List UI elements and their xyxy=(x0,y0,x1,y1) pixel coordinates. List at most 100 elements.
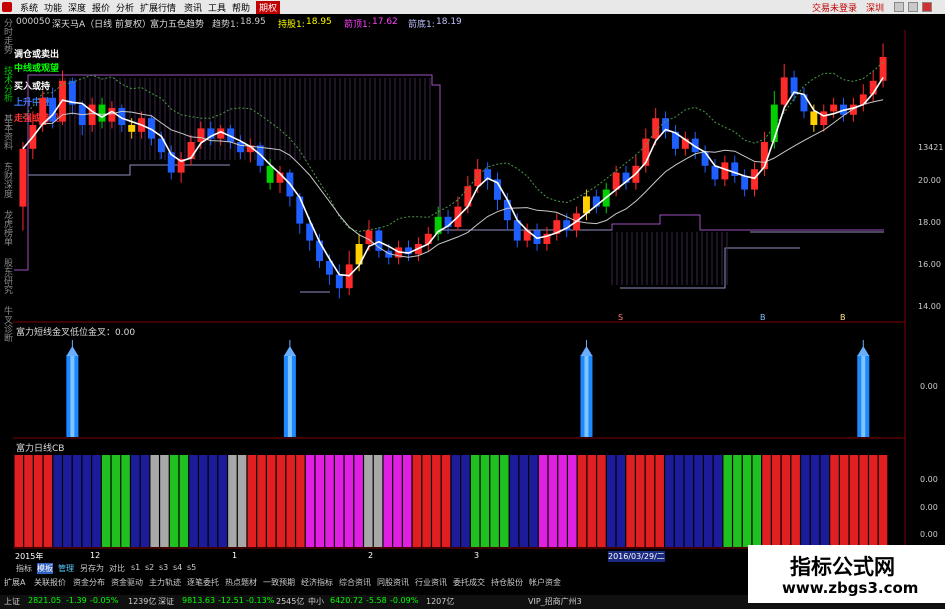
link-trades[interactable]: 委托成交 xyxy=(453,577,485,588)
link-order-detail[interactable]: 逐笔委托 xyxy=(187,577,219,588)
cb-bar xyxy=(422,455,431,547)
cb-bar xyxy=(24,455,33,547)
link-hot-topic[interactable]: 热点题材 xyxy=(225,577,257,588)
cross-signal-highlight xyxy=(584,355,589,437)
cb-bar xyxy=(53,455,62,547)
zx-amount: 1207亿 xyxy=(426,597,455,606)
cb-bar xyxy=(334,455,344,547)
candle-body xyxy=(711,165,719,180)
tab-compare[interactable]: 对比 xyxy=(109,563,125,574)
candle-body xyxy=(474,169,482,187)
cb-bar xyxy=(558,455,567,547)
cb-bar xyxy=(237,455,247,547)
candle-body xyxy=(652,118,660,139)
tab-s4[interactable]: s4 xyxy=(173,563,182,572)
link-industry-news[interactable]: 行业资讯 xyxy=(415,577,447,588)
candle-body xyxy=(830,104,838,112)
cb-bar xyxy=(140,455,150,547)
candle-body xyxy=(19,148,27,207)
cb-bar xyxy=(111,455,121,547)
date-label: 3 xyxy=(474,551,480,560)
panel3-axis-label: 0.00 xyxy=(920,503,938,512)
tab-template[interactable]: 模板 xyxy=(37,563,53,574)
cb-bar xyxy=(247,455,257,547)
dotted-ma-line xyxy=(22,61,884,233)
cb-bar xyxy=(849,455,859,547)
link-fund-drive[interactable]: 资金驱动 xyxy=(111,577,143,588)
cb-bar xyxy=(548,455,558,547)
link-fund-dist[interactable]: 资金分布 xyxy=(73,577,105,588)
link-holdings[interactable]: 持仓股份 xyxy=(491,577,523,588)
candle-body xyxy=(335,274,343,289)
price-axis-label: 13421 xyxy=(918,143,944,152)
candle-body xyxy=(88,104,96,125)
sh-percent: -0.05% xyxy=(90,596,119,605)
cb-bar xyxy=(121,455,130,547)
tab-s1[interactable]: s1 xyxy=(131,563,140,572)
cb-bar xyxy=(412,455,422,547)
link-account[interactable]: 帐户资金 xyxy=(529,577,561,588)
date-label: 2015年 xyxy=(15,552,44,561)
cb-bar xyxy=(500,455,509,547)
price-axis-label: 20.00 xyxy=(918,176,941,185)
cb-bar xyxy=(801,455,810,547)
candle-body xyxy=(503,199,511,221)
candle-body xyxy=(751,169,758,190)
cb-bar xyxy=(189,455,198,547)
candle-body xyxy=(108,108,116,122)
cb-bar xyxy=(266,455,276,547)
link-stock-news[interactable]: 同股资讯 xyxy=(377,577,409,588)
cb-bar xyxy=(402,455,412,547)
tab-s3[interactable]: s3 xyxy=(159,563,168,572)
cb-bar xyxy=(305,455,315,547)
link-general-news[interactable]: 综合资讯 xyxy=(339,577,371,588)
tab-indicator[interactable]: 指标 xyxy=(16,563,32,574)
date-label: 1 xyxy=(232,551,238,560)
cb-bar xyxy=(208,455,218,547)
sz-value: 9813.63 xyxy=(182,596,216,605)
link-economic[interactable]: 经济指标 xyxy=(301,577,333,588)
cb-bar xyxy=(393,455,402,547)
panel3-axis-label: 0.00 xyxy=(920,530,938,539)
tab-s2[interactable]: s2 xyxy=(145,563,154,572)
watermark-title: 指标公式网 xyxy=(790,555,895,579)
cb-bar xyxy=(325,455,334,547)
candle-body xyxy=(316,240,323,261)
cross-signal-tip xyxy=(857,346,870,356)
tab-manage[interactable]: 管理 xyxy=(58,563,74,574)
cb-bar xyxy=(723,455,732,547)
sell-marker: S xyxy=(618,313,624,322)
candle-body xyxy=(859,94,867,105)
link-related-quote[interactable]: 关联报价 xyxy=(34,577,66,588)
cb-bar xyxy=(354,455,363,547)
cb-bar xyxy=(839,455,849,547)
sz-label: 深证 xyxy=(158,597,174,606)
cb-bar xyxy=(577,455,587,547)
cb-bar xyxy=(859,455,868,547)
price-axis-label: 18.00 xyxy=(918,218,941,227)
cb-bar xyxy=(101,455,111,547)
cb-bar xyxy=(257,455,266,547)
sz-change: -12.51 xyxy=(218,596,244,605)
main-chart[interactable] xyxy=(0,0,945,609)
link-ext-a[interactable]: 扩展A xyxy=(4,577,25,588)
cb-bar xyxy=(364,455,373,547)
candle-body xyxy=(236,142,244,153)
date-cursor-label: 2016/03/29/二 xyxy=(608,551,665,562)
sz-amount: 2545亿 xyxy=(276,597,305,606)
cross-signal-highlight xyxy=(861,355,866,437)
cb-bar xyxy=(519,455,528,547)
sz-percent: -0.13% xyxy=(246,596,275,605)
cb-bar xyxy=(131,455,140,547)
cb-bar xyxy=(684,455,694,547)
cb-bar xyxy=(43,455,53,547)
tab-save-as[interactable]: 另存为 xyxy=(80,563,104,574)
candle-body xyxy=(266,165,274,183)
cb-bar xyxy=(791,455,800,547)
cb-bar xyxy=(568,455,577,547)
cb-bar xyxy=(150,455,159,547)
tab-s5[interactable]: s5 xyxy=(187,563,196,572)
link-consensus[interactable]: 一致预期 xyxy=(263,577,295,588)
candle-body xyxy=(741,176,749,190)
link-main-track[interactable]: 主力轨迹 xyxy=(149,577,181,588)
